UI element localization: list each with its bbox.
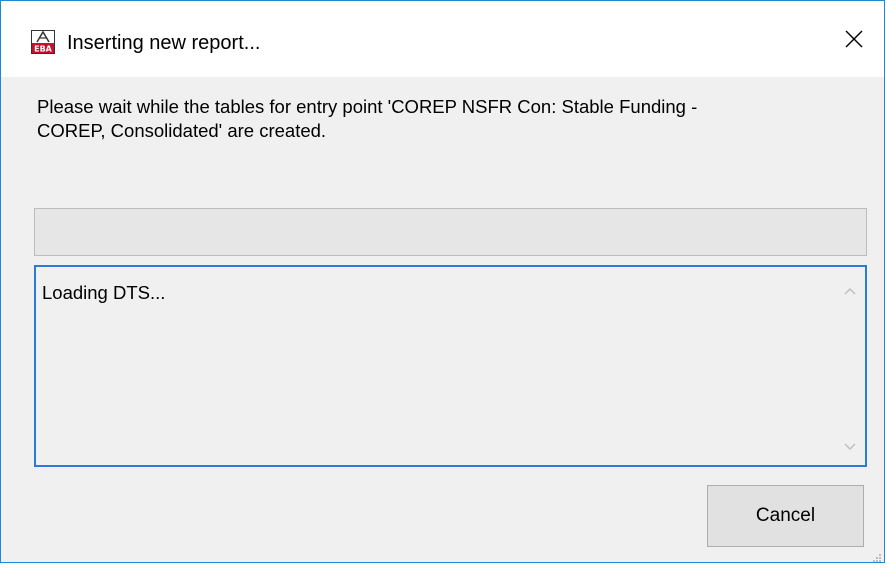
insert-report-dialog: EBA Inserting new report... Please wait … — [0, 0, 885, 563]
eba-app-icon: EBA — [31, 30, 55, 54]
log-text: Loading DTS... — [42, 282, 166, 303]
window-title: Inserting new report... — [67, 32, 261, 54]
log-textbox[interactable]: Loading DTS... — [34, 265, 867, 467]
svg-text:EBA: EBA — [34, 45, 53, 54]
close-button[interactable] — [836, 23, 872, 59]
cancel-button[interactable]: Cancel — [707, 485, 864, 547]
vertical-scrollbar[interactable] — [835, 267, 865, 465]
scroll-down-arrow-icon[interactable] — [835, 433, 865, 461]
progress-bar — [34, 208, 867, 256]
status-message: Please wait while the tables for entry p… — [37, 96, 698, 141]
scroll-up-arrow-icon[interactable] — [835, 277, 865, 305]
resize-grip-icon[interactable] — [872, 550, 882, 562]
title-bar[interactable]: EBA Inserting new report... — [1, 1, 884, 77]
close-icon — [844, 29, 864, 54]
